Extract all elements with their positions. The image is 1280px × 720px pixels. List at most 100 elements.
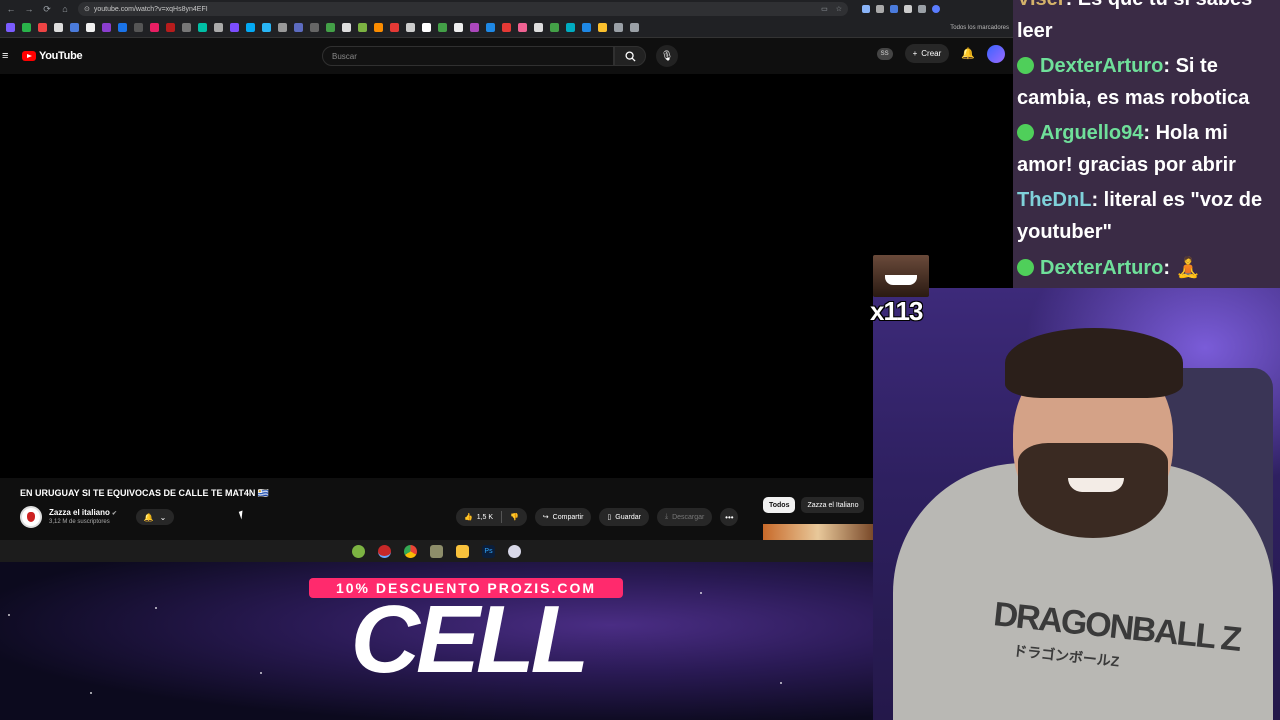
bookmark-icon[interactable] <box>262 23 271 32</box>
taskbar-app-icon[interactable] <box>430 544 443 558</box>
taskbar-app-icon[interactable] <box>352 544 365 558</box>
bookmark-icon[interactable] <box>278 23 287 32</box>
ss-badge[interactable]: SS <box>876 47 893 60</box>
share-button[interactable]: ↪ Compartir <box>534 508 592 526</box>
dislike-icon[interactable]: 👎 <box>510 513 519 521</box>
chat-username: Viser <box>1017 0 1066 10</box>
home-icon[interactable]: ⌂ <box>60 4 70 14</box>
like-count[interactable]: 1,5 K <box>477 514 493 521</box>
extension-icon[interactable] <box>876 5 884 13</box>
bookmark-star-icon[interactable]: ☆ <box>836 5 842 13</box>
bookmark-icon[interactable] <box>502 23 511 32</box>
site-info-icon[interactable]: ⊙ <box>84 5 90 13</box>
back-icon[interactable]: ← <box>6 4 16 14</box>
bookmark-icon[interactable] <box>454 23 463 32</box>
bookmark-icon[interactable] <box>150 23 159 32</box>
taskbar: Ps <box>0 540 873 562</box>
forward-icon[interactable]: → <box>24 4 34 14</box>
photoshop-icon[interactable]: Ps <box>482 544 495 558</box>
star-decoration <box>155 607 157 609</box>
extension-icon[interactable] <box>862 5 870 13</box>
like-icon[interactable]: 👍 <box>464 513 473 521</box>
bookmark-icon[interactable] <box>102 23 111 32</box>
bookmark-icon[interactable] <box>598 23 607 32</box>
bookmark-icon[interactable] <box>22 23 31 32</box>
bookmark-icon[interactable] <box>534 23 543 32</box>
bookmark-icon[interactable] <box>406 23 415 32</box>
bookmark-icon[interactable] <box>54 23 63 32</box>
video-title: EN URUGUAY SI TE EQUIVOCAS DE CALLE TE M… <box>20 488 270 498</box>
address-bar[interactable]: ⊙ youtube.com/watch?v=xqHs8yn4EFI ▭ ☆ <box>78 2 848 16</box>
account-avatar[interactable] <box>987 44 1005 63</box>
channel-name[interactable]: Zazza el italiano <box>49 508 110 517</box>
bookmark-icon[interactable] <box>470 23 479 32</box>
related-chips: Todos Zazza el Italiano <box>763 497 865 513</box>
related-video-thumbnail[interactable] <box>763 524 873 540</box>
bookmark-icon[interactable] <box>86 23 95 32</box>
bookmark-icon[interactable] <box>550 23 559 32</box>
bookmark-icon[interactable] <box>166 23 175 32</box>
chat-username: TheDnL <box>1017 189 1092 211</box>
bookmark-icon[interactable] <box>70 23 79 32</box>
bookmark-icon[interactable] <box>246 23 255 32</box>
download-label: Descargar <box>672 513 705 521</box>
bookmark-icon[interactable] <box>390 23 399 32</box>
bookmark-icon[interactable] <box>134 23 143 32</box>
all-bookmarks-label[interactable]: Todos los marcadores <box>950 25 1013 31</box>
chat-username: Arguello94 <box>1040 122 1144 144</box>
chip-todos[interactable]: Todos <box>763 497 796 513</box>
bookmark-icon[interactable] <box>310 23 319 32</box>
subscription-notifications-button[interactable]: 🔔 ⌄ <box>136 509 174 525</box>
chip-channel[interactable]: Zazza el Italiano <box>801 497 865 513</box>
bookmark-icon[interactable] <box>342 23 351 32</box>
notifications-bell-icon[interactable]: 🔔 <box>961 47 975 60</box>
channel-name-row[interactable]: Zazza el italiano ✔ <box>49 508 117 517</box>
extension-icon[interactable] <box>890 5 898 13</box>
video-player[interactable] <box>0 74 873 478</box>
bookmark-icon[interactable] <box>214 23 223 32</box>
bookmark-icon[interactable] <box>198 23 207 32</box>
bookmark-icon[interactable] <box>118 23 127 32</box>
more-actions-icon[interactable]: ••• <box>720 508 739 526</box>
search-input[interactable]: Buscar <box>322 46 614 66</box>
download-icon: ⤓ <box>664 513 669 520</box>
chrome-icon[interactable] <box>404 544 417 558</box>
bookmark-icon[interactable] <box>294 23 303 32</box>
chat-overlay: Viser: Es que tu si sabes leer DexterArt… <box>1013 0 1280 288</box>
share-label: Compartir <box>552 513 584 521</box>
bookmark-icon[interactable] <box>358 23 367 32</box>
bookmark-icon[interactable] <box>486 23 495 32</box>
taskbar-app-icon[interactable] <box>508 544 521 558</box>
search-button[interactable] <box>614 46 646 66</box>
profile-icon[interactable] <box>932 5 940 13</box>
bookmark-icon[interactable] <box>182 23 191 32</box>
menu-icon[interactable]: ≡ <box>2 50 16 62</box>
bookmark-icon[interactable] <box>230 23 239 32</box>
menu-icon[interactable] <box>918 5 926 13</box>
bookmark-icon[interactable] <box>374 23 383 32</box>
reload-icon[interactable]: ⟳ <box>42 4 52 15</box>
bookmark-icon[interactable] <box>38 23 47 32</box>
bookmark-icon[interactable] <box>518 23 527 32</box>
save-button[interactable]: ▯ Guardar <box>599 508 649 526</box>
obs-icon[interactable] <box>378 544 391 558</box>
bookmark-icon[interactable] <box>566 23 575 32</box>
bookmark-icon[interactable] <box>438 23 447 32</box>
create-button[interactable]: + Crear <box>904 44 950 63</box>
bookmark-icon[interactable] <box>614 23 623 32</box>
bookmark-icon[interactable] <box>422 23 431 32</box>
folder-icon[interactable] <box>630 23 639 32</box>
download-button[interactable]: ⤓ Descargar <box>656 508 713 526</box>
create-label: Crear <box>921 49 942 58</box>
channel-avatar[interactable] <box>20 506 42 528</box>
bookmark-icon[interactable] <box>6 23 15 32</box>
folder-icon[interactable] <box>456 544 469 558</box>
chat-message: DexterArturo: 🧘 <box>1017 252 1279 284</box>
puzzle-icon[interactable] <box>904 5 912 13</box>
youtube-logo[interactable]: YouTube <box>22 50 83 62</box>
cast-icon[interactable]: ▭ <box>821 5 828 13</box>
voice-search-button[interactable]: 🎙 <box>656 45 678 67</box>
bookmark-icon[interactable] <box>326 23 335 32</box>
star-decoration <box>780 682 782 684</box>
bookmark-icon[interactable] <box>582 23 591 32</box>
